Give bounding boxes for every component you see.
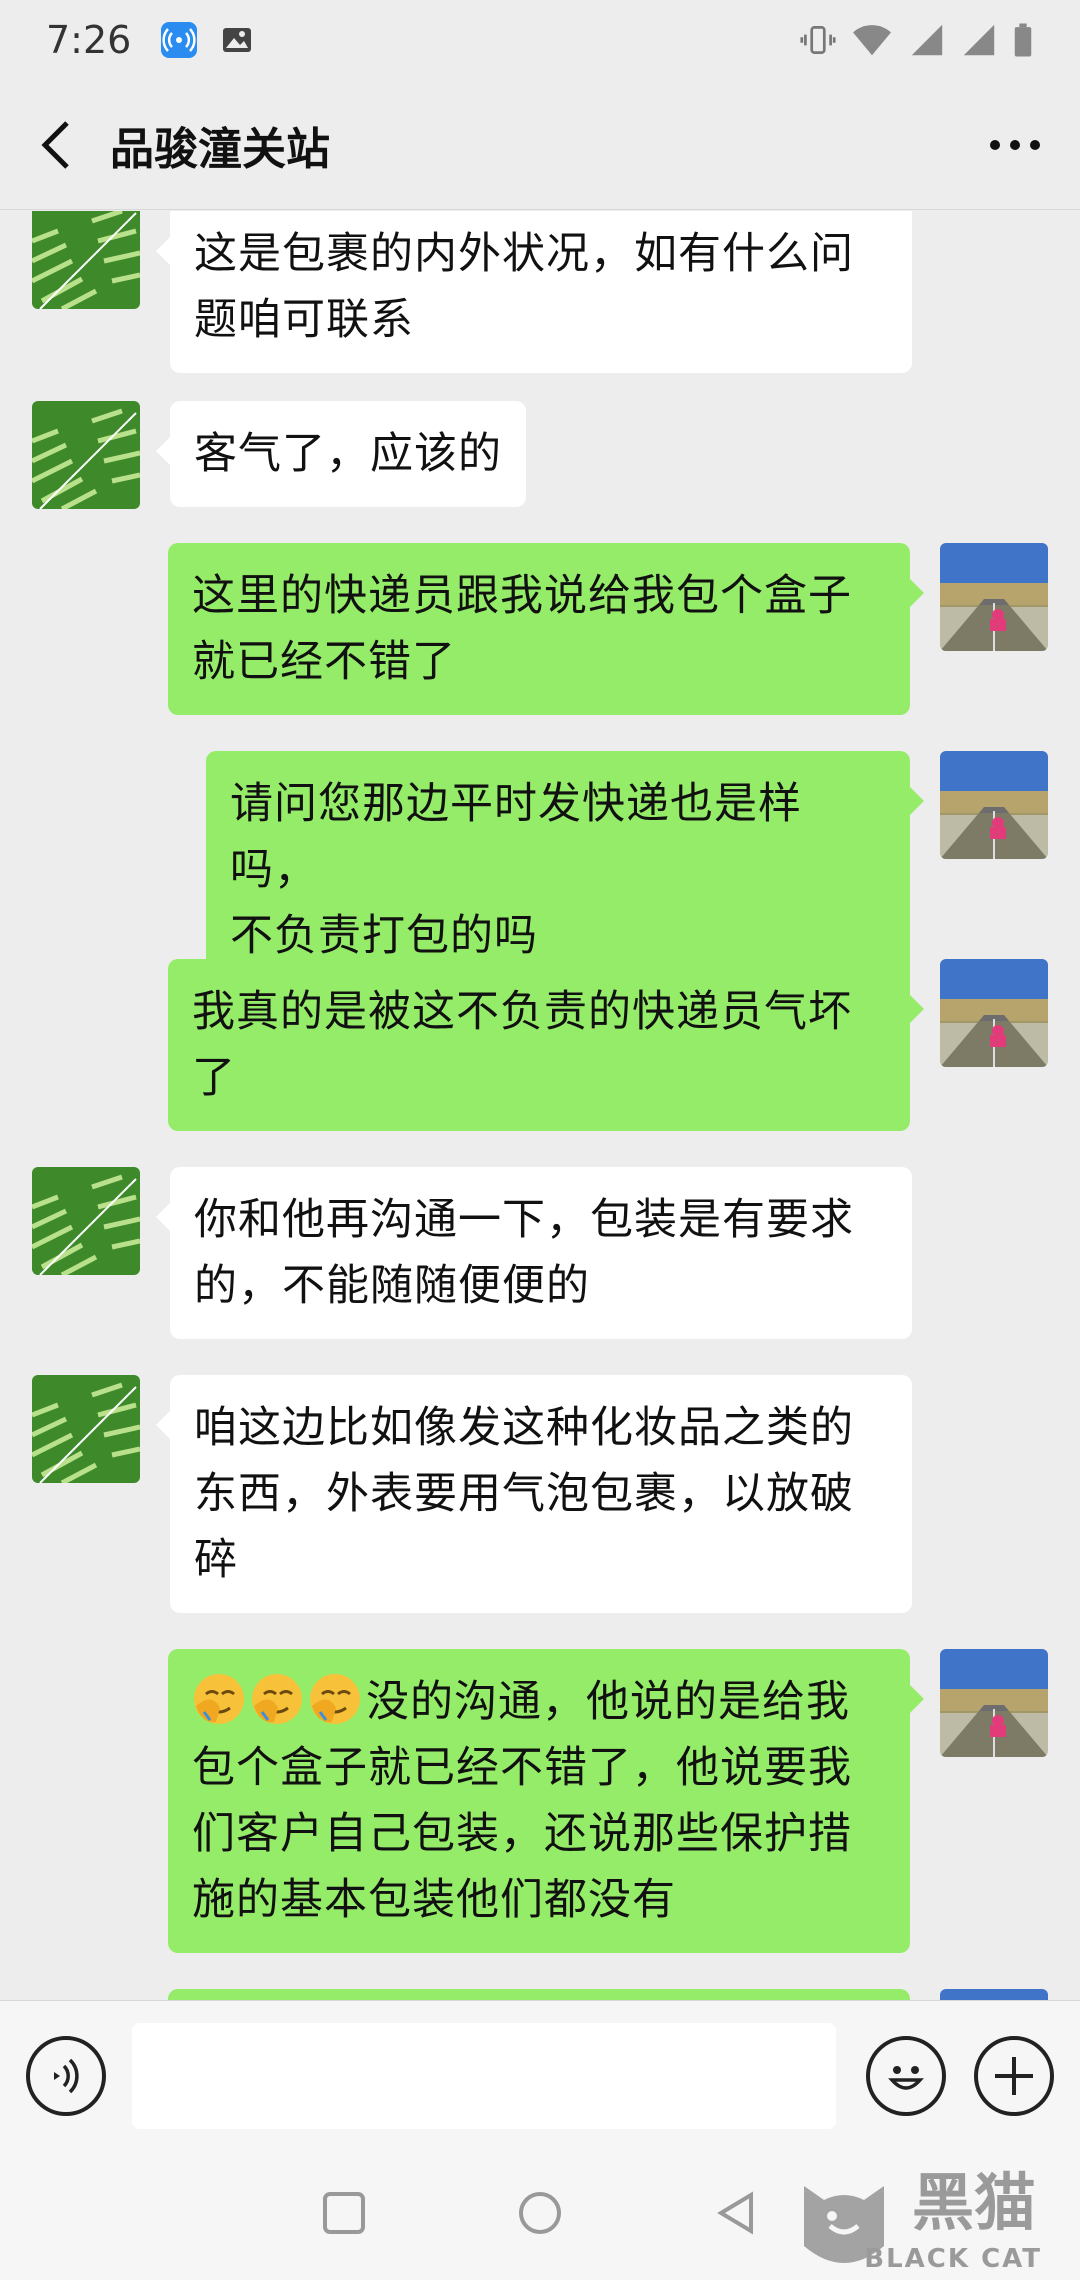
square-icon — [323, 2192, 365, 2234]
message-bubble[interactable]: 咱这边比如像发这种化妆品之类的 东西，外表要用气泡包裹，以放破 碎 — [156, 1375, 912, 1613]
plus-icon — [995, 2056, 1033, 2095]
message-bubble[interactable]: 没的沟通，他说的是给我 包个盒子就已经不错了，他说要我 们客户自己包装，还说那些… — [168, 1649, 924, 1953]
status-time: 7:26 — [46, 18, 132, 62]
signal-icon — [911, 24, 943, 56]
smiley-icon — [888, 2065, 924, 2090]
chevron-left-icon — [41, 120, 69, 169]
more-dots-icon — [990, 139, 1040, 150]
message-bubble[interactable]: 你和他再沟通一下，包装是有要求 的，不能随随便便的 — [156, 1167, 912, 1339]
home-button[interactable] — [517, 2190, 563, 2240]
more-functions-button[interactable] — [974, 2035, 1054, 2116]
voice-icon — [54, 2058, 79, 2093]
message-input[interactable] — [132, 2022, 836, 2129]
message-list[interactable]: 这是包裹的内外状况，如有什么问 题咱可联系 客气了，应该的 这里的快递员跟我说给… — [0, 211, 1080, 2001]
road-photo-avatar[interactable] — [940, 1649, 1048, 1757]
fern-leaf-avatar[interactable] — [32, 401, 140, 509]
road-photo-avatar[interactable] — [940, 959, 1048, 1067]
fern-leaf-avatar[interactable] — [32, 1167, 140, 1275]
vibrate-icon — [800, 26, 836, 54]
battery-icon — [1014, 23, 1032, 57]
facepalm-icon — [250, 1674, 308, 1727]
watermark-latin: BLACK CAT — [864, 2244, 1042, 2274]
status-bar: 7:26 — [0, 0, 1080, 80]
recent-apps-button[interactable] — [321, 2190, 367, 2240]
wifi-icon — [853, 25, 891, 56]
system-nav-bar: 黑猫 BLACK CAT — [0, 2150, 1080, 2280]
message-bubble[interactable]: 这里的快递员跟我说给我包个盒子 就已经不错了 — [168, 543, 924, 715]
black-cat-watermark: 黑猫 BLACK CAT — [794, 2150, 1064, 2280]
more-button[interactable] — [950, 80, 1080, 210]
message-bubble[interactable]: 请问您那边平时发快递也是样吗， 不负责打包的吗 — [206, 751, 924, 989]
road-photo-avatar[interactable] — [940, 543, 1048, 651]
message-bubble[interactable]: 这是包裹的内外状况，如有什么问 题咱可联系 — [156, 211, 912, 373]
message-bubble[interactable]: 我真的是被这不负责的快递员气坏 了 — [168, 959, 924, 1131]
input-bar — [0, 2000, 1080, 2150]
back-nav-button[interactable] — [713, 2190, 759, 2240]
chat-header: 品骏潼关站 — [0, 80, 1080, 210]
hotspot-icon — [159, 20, 199, 60]
signal-icon-2 — [963, 24, 995, 56]
fern-leaf-avatar[interactable] — [32, 211, 140, 309]
voice-button[interactable] — [26, 2035, 106, 2116]
message-bubble[interactable]: 客气了，应该的 — [156, 401, 526, 507]
status-icons — [800, 21, 1034, 59]
facepalm-icon — [308, 1674, 366, 1727]
road-photo-avatar[interactable] — [940, 751, 1048, 859]
fern-leaf-avatar[interactable] — [32, 1375, 140, 1483]
watermark-cjk: 黑猫 — [911, 2166, 1036, 2239]
back-button[interactable] — [0, 80, 110, 210]
gallery-icon — [217, 20, 257, 60]
facepalm-icon — [192, 1674, 250, 1727]
triangle-back-icon — [717, 2191, 753, 2235]
emoji-button[interactable] — [866, 2035, 946, 2116]
circle-icon — [519, 2192, 561, 2234]
page-title: 品骏潼关站 — [110, 123, 330, 175]
